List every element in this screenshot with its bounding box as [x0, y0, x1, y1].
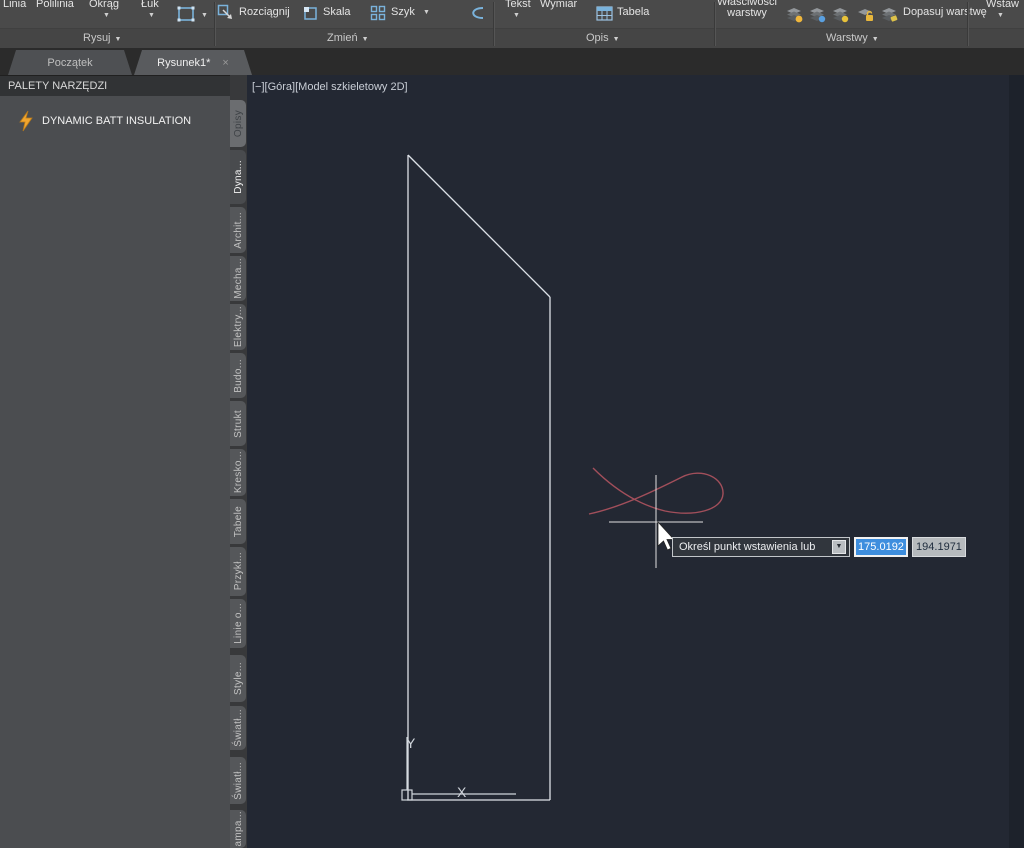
- palette-tab-style[interactable]: Style...: [230, 655, 246, 702]
- line-button[interactable]: Linia: [3, 0, 26, 10]
- tab-drawing1[interactable]: Rysunek1* ×: [134, 50, 252, 75]
- palette-item-label: DYNAMIC BATT INSULATION: [42, 115, 192, 127]
- panel-divider: [967, 2, 969, 46]
- canvas-right-edge: [1009, 75, 1024, 848]
- palette-tab-budo[interactable]: Budo...: [230, 353, 246, 398]
- panel-divider: [493, 2, 495, 46]
- palette-tab-lampa[interactable]: ampa...: [230, 810, 246, 848]
- chevron-down-icon: ▼: [612, 36, 620, 43]
- palette-tab-opisy[interactable]: Opisy: [230, 100, 246, 147]
- palette-tab-elektry[interactable]: Elektry...: [230, 304, 246, 350]
- text-button[interactable]: Tekst: [505, 0, 531, 10]
- panel-title-annotate[interactable]: Opis ▼: [586, 32, 620, 44]
- autocad-window: Linia Polilinia Okrąg ▼ Łuk ▼ ▼ Rozciągn…: [0, 0, 1024, 848]
- ribbon: Linia Polilinia Okrąg ▼ Łuk ▼ ▼ Rozciągn…: [0, 0, 1024, 48]
- chevron-down-icon[interactable]: ▼: [148, 12, 155, 19]
- dynamic-input-options-button[interactable]: ▼: [832, 540, 846, 554]
- palette-tab-swiatl-2[interactable]: Światł...: [230, 757, 246, 804]
- close-icon[interactable]: ×: [222, 57, 228, 69]
- chevron-down-icon[interactable]: ▼: [513, 12, 520, 19]
- layer-freeze-icon[interactable]: [808, 6, 827, 23]
- tab-start[interactable]: Początek: [8, 50, 132, 75]
- panel-title-modify[interactable]: Zmień ▼: [327, 32, 369, 44]
- layer-unlock-icon[interactable]: [856, 6, 875, 23]
- dimension-button[interactable]: Wymiar: [540, 0, 577, 10]
- palette-item-dynamic-batt-insulation[interactable]: DYNAMIC BATT INSULATION: [18, 106, 223, 136]
- palette-tab-przykl[interactable]: Przykł...: [230, 547, 246, 596]
- chevron-down-icon[interactable]: ▼: [997, 12, 1004, 19]
- viewport-controls-label[interactable]: [−][Góra][Model szkieletowy 2D]: [252, 81, 408, 93]
- palette-tab-linie[interactable]: Linie o...: [230, 599, 246, 648]
- palette-tab-archit[interactable]: Archit...: [230, 207, 246, 253]
- palette-tab-swiatl-1[interactable]: Światł...: [230, 706, 246, 750]
- match-layer-button[interactable]: Dopasuj warstwę: [903, 7, 987, 18]
- dynamic-input-x-field[interactable]: 175.0192: [854, 537, 908, 557]
- scale-icon[interactable]: [303, 5, 319, 21]
- tab-start-label: Początek: [47, 56, 93, 69]
- palette-tab-dyna[interactable]: Dyna...: [230, 150, 246, 204]
- chevron-down-icon[interactable]: ▼: [103, 12, 110, 19]
- lightning-bolt-icon: [18, 110, 34, 132]
- palette-tab-tabele[interactable]: Tabele: [230, 499, 246, 544]
- layer-thaw-icon[interactable]: [831, 6, 850, 23]
- layer-properties-line2: warstwy: [727, 7, 767, 19]
- chevron-down-icon: ▼: [361, 36, 369, 43]
- table-button[interactable]: Tabela: [617, 7, 649, 18]
- polyline-button[interactable]: Polilinia: [36, 0, 74, 10]
- tool-palette: [0, 75, 230, 848]
- dynamic-input-prompt-text: Określ punkt wstawienia lub: [679, 541, 816, 553]
- array-icon[interactable]: [370, 5, 386, 21]
- stretch-icon[interactable]: [217, 4, 235, 22]
- rectangle-tool-icon[interactable]: [176, 5, 196, 23]
- panel-divider: [214, 2, 216, 46]
- chevron-down-icon: ▼: [114, 36, 122, 43]
- stretch-button[interactable]: Rozciągnij: [239, 7, 290, 18]
- palette-header: PALETY NARZĘDZI: [0, 75, 230, 96]
- layer-match-icon[interactable]: [880, 6, 899, 23]
- panel-title-draw[interactable]: Rysuj ▼: [83, 32, 121, 44]
- chevron-down-icon[interactable]: ▼: [423, 9, 430, 16]
- dynamic-input-prompt: Określ punkt wstawienia lub ▼: [672, 537, 850, 557]
- panel-title-layers[interactable]: Warstwy ▼: [826, 32, 879, 44]
- dynamic-input-y-field[interactable]: 194.1971: [912, 537, 966, 557]
- layer-off-icon[interactable]: [785, 6, 804, 23]
- file-tab-bar: Początek Rysunek1* × +: [0, 48, 1024, 119]
- layer-properties-button[interactable]: Właściwości warstwy: [716, 0, 778, 19]
- chevron-down-icon: ▼: [871, 36, 879, 43]
- drawing-canvas[interactable]: [247, 75, 1024, 848]
- chevron-down-icon[interactable]: ▼: [201, 12, 208, 19]
- arc-button[interactable]: Łuk: [141, 0, 159, 10]
- tab-drawing1-label: Rysunek1*: [157, 56, 211, 69]
- palette-tab-kresko[interactable]: Kresko...: [230, 449, 246, 496]
- insert-button[interactable]: Wstaw: [986, 0, 1019, 10]
- table-icon[interactable]: [596, 6, 613, 21]
- fillet-icon[interactable]: [464, 4, 486, 22]
- palette-tab-strukt[interactable]: Strukt: [230, 401, 246, 446]
- palette-tab-mecha[interactable]: Mecha...: [230, 256, 246, 301]
- scale-button[interactable]: Skala: [323, 7, 351, 18]
- circle-button[interactable]: Okrąg: [89, 0, 119, 10]
- array-button[interactable]: Szyk: [391, 7, 415, 18]
